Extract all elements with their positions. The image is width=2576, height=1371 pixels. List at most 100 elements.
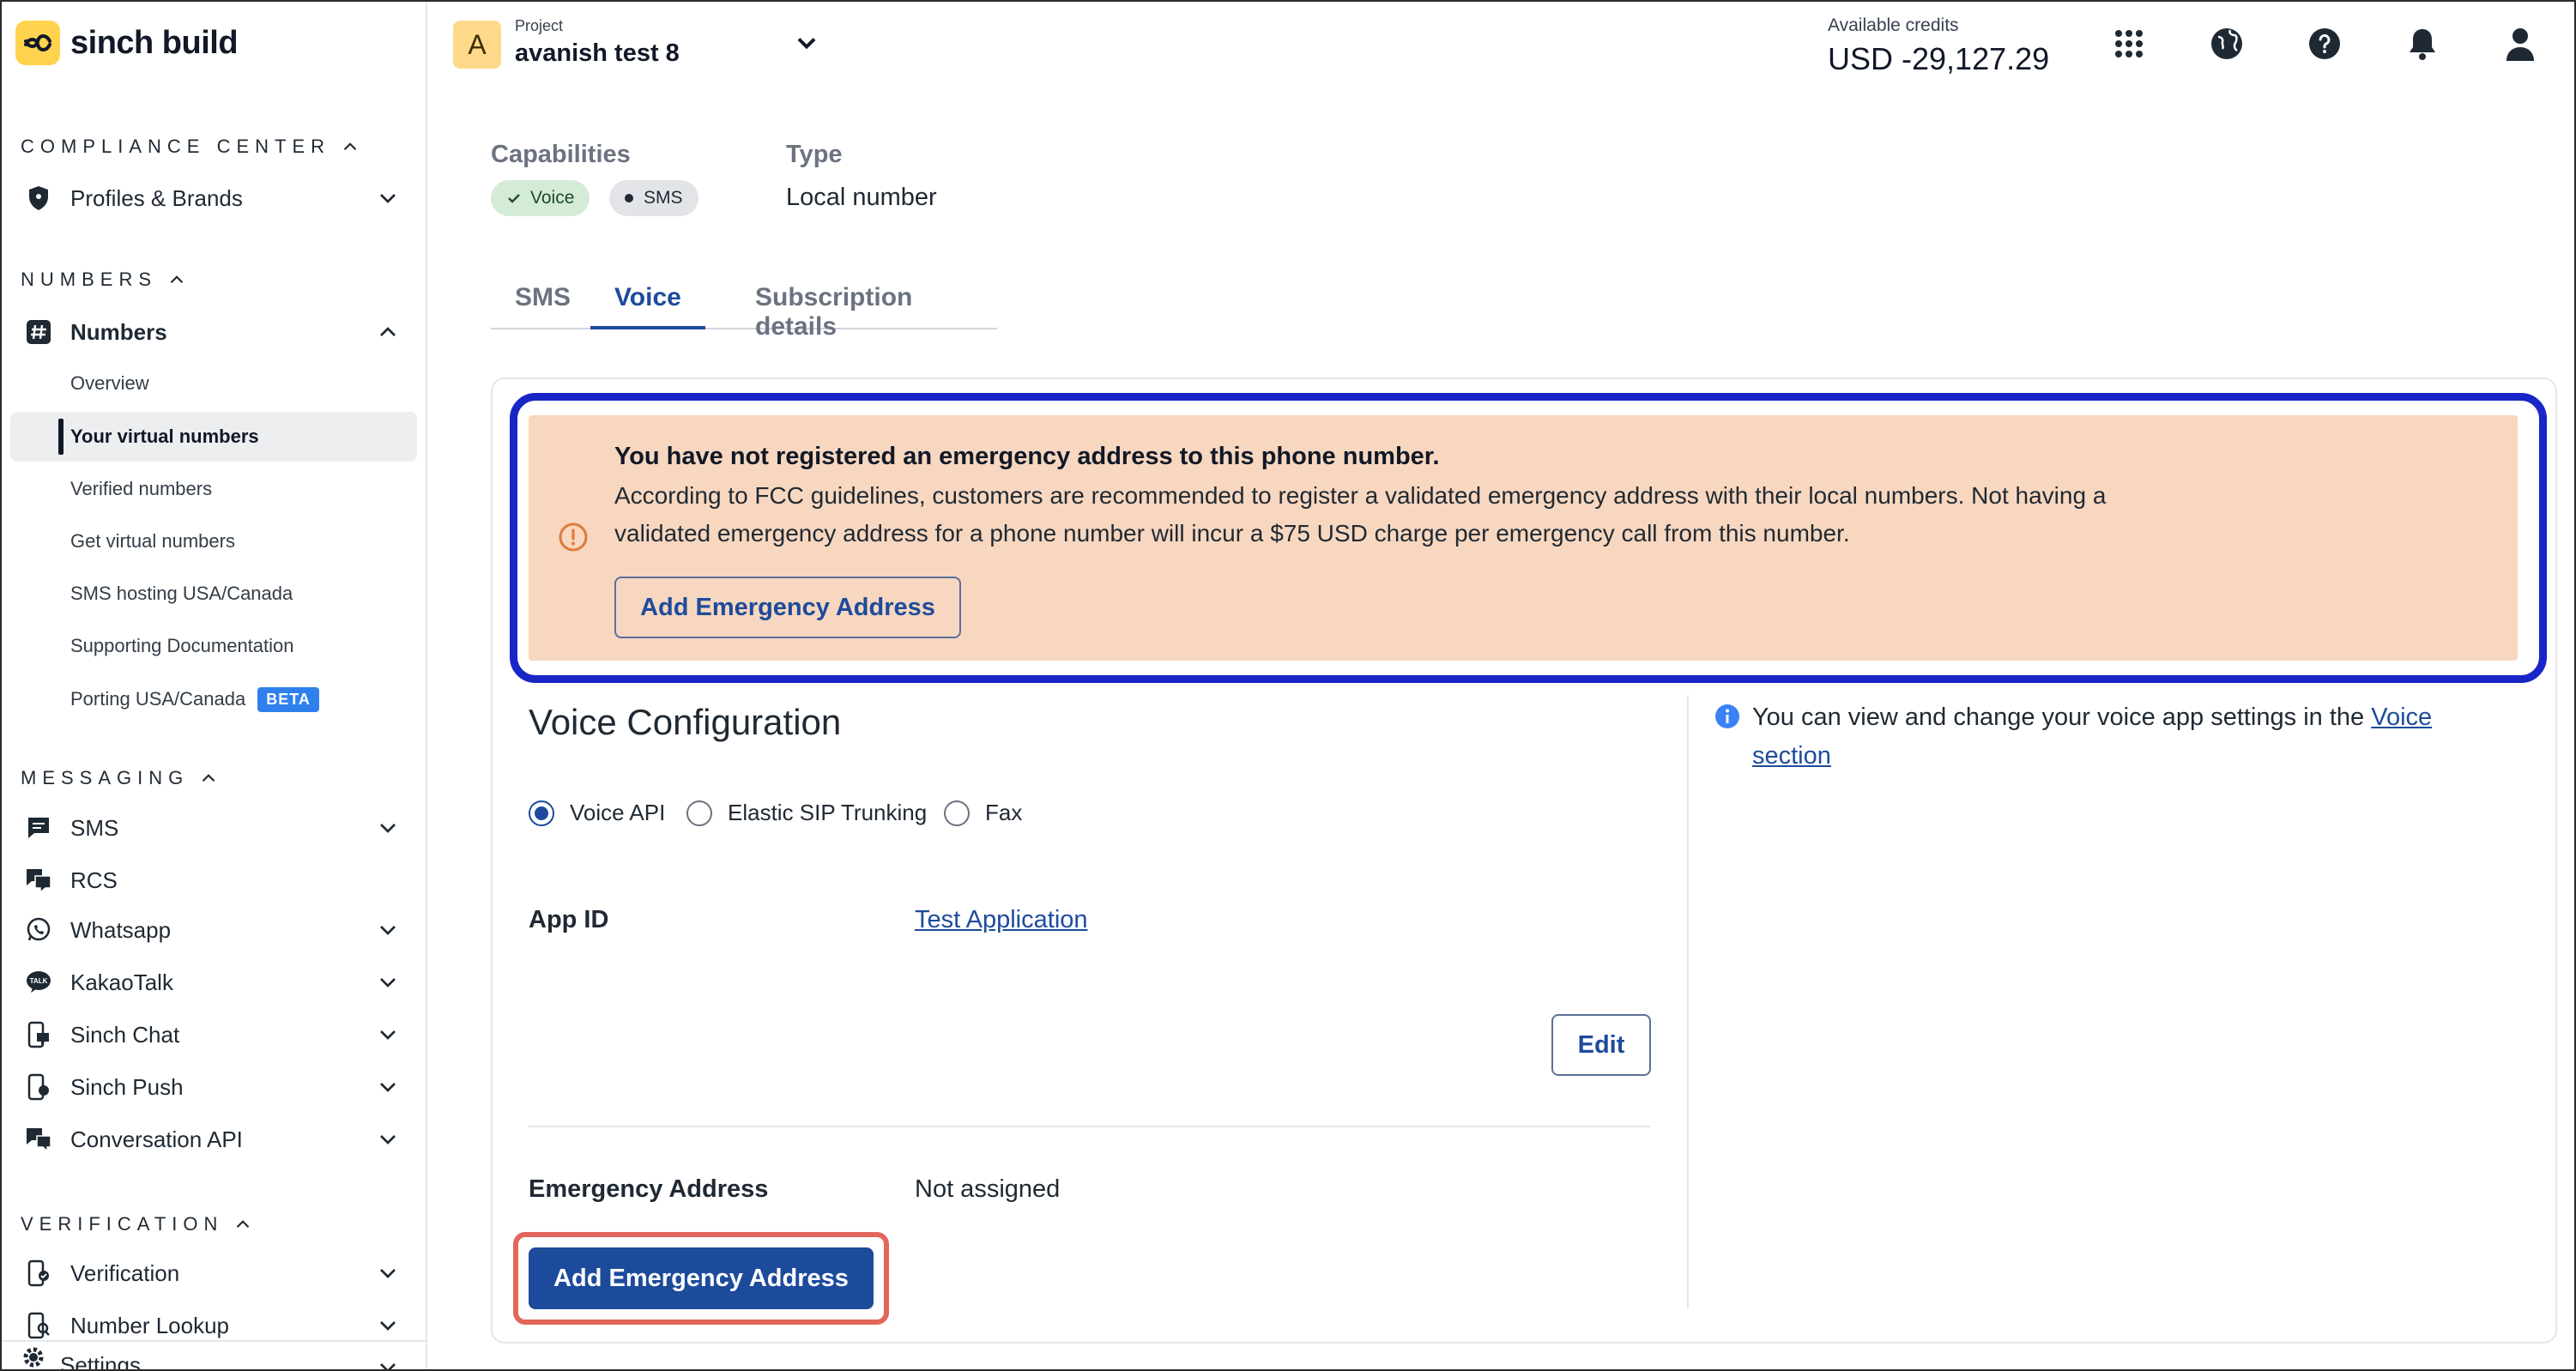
capabilities-label: Capabilities [491,141,631,168]
chevron-down-icon [380,1135,396,1145]
sidebar-item-label: Settings [60,1352,141,1371]
apps-grid-icon[interactable] [2107,22,2150,65]
tab-subscription-details[interactable]: Subscription details [731,283,997,341]
sidebar-item-whatsapp[interactable]: Whatsapp [2,905,427,955]
column-divider [1687,695,1689,1309]
tab-voice[interactable]: Voice [590,283,705,329]
radio-fax[interactable]: Fax [944,800,1022,826]
capability-chip-sms: SMS [609,180,698,216]
radio-unselected-icon [686,800,712,826]
section-title: VERIFICATION [21,1213,224,1235]
phone-search-icon [24,1311,53,1340]
sidebar-subitem-label: Porting USA/Canada [70,688,246,710]
alert-body: According to FCC guidelines, customers a… [614,482,2107,547]
section-messaging[interactable]: MESSAGING [21,767,220,789]
credits-value: USD -29,127.29 [1828,41,2050,76]
radio-voice-api[interactable]: Voice API [529,800,665,826]
sidebar-item-sinch-push[interactable]: Sinch Push [2,1062,427,1112]
project-dropdown-chevron-icon[interactable] [791,27,822,58]
sidebar: sinch build COMPLIANCE CENTER Profiles &… [2,2,427,1371]
tab-sms[interactable]: SMS [491,283,595,329]
sidebar-item-kakaotalk[interactable]: TALK KakaoTalk [2,957,427,1007]
radio-elastic-sip-trunking[interactable]: Elastic SIP Trunking [686,800,927,826]
section-title: NUMBERS [21,269,158,290]
sidebar-item-rcs[interactable]: RCS [2,855,427,905]
help-icon[interactable] [2303,22,2346,65]
section-title: COMPLIANCE CENTER [21,136,331,157]
sidebar-subitem-verified-numbers[interactable]: Verified numbers [70,472,212,506]
edit-button[interactable]: Edit [1551,1014,1651,1076]
sidebar-item-conversation-api[interactable]: Conversation API [2,1114,427,1164]
sidebar-item-label: Numbers [70,318,167,345]
sidebar-item-label: Number Lookup [70,1312,229,1338]
sidebar-item-label: Conversation API [70,1126,243,1152]
logo[interactable]: sinch build [15,19,239,67]
chevron-down-icon [380,194,396,203]
svg-text:TALK: TALK [30,977,48,985]
whatsapp-icon [24,915,53,945]
alert-title: You have not registered an emergency add… [614,443,1440,470]
chevron-up-icon [343,142,357,151]
chevron-down-icon [380,824,396,833]
sinch-logo-icon [15,21,60,65]
info-text-body: You can view and change your voice app s… [1752,704,2372,731]
rcs-icon [24,866,53,895]
voice-configuration-title: Voice Configuration [529,702,842,742]
sidebar-item-settings[interactable]: Settings [2,1342,427,1371]
sidebar-subitem-supporting-documentation[interactable]: Supporting Documentation [70,629,294,663]
sidebar-item-verification[interactable]: Verification [2,1248,427,1298]
chevron-down-icon [380,1321,396,1331]
sms-icon [24,813,53,843]
sidebar-item-label: Verification [70,1259,180,1286]
sidebar-item-sinch-chat[interactable]: Sinch Chat [2,1010,427,1060]
sidebar-subitem-get-virtual-numbers[interactable]: Get virtual numbers [70,524,235,559]
chevron-down-icon [380,978,396,987]
chevron-down-icon [380,1363,396,1369]
bell-icon[interactable] [2401,22,2444,65]
phone-push-icon [24,1072,53,1102]
alert-add-emergency-address-button[interactable]: Add Emergency Address [614,577,961,638]
sidebar-subitem-your-virtual-numbers[interactable]: Your virtual numbers [70,420,259,454]
section-numbers[interactable]: NUMBERS [21,269,188,291]
section-verification[interactable]: VERIFICATION [21,1213,254,1235]
radio-label: Fax [985,800,1023,825]
user-icon[interactable] [2499,22,2542,65]
radio-selected-icon [529,800,554,826]
chevron-down-icon [380,1269,396,1278]
globe-icon[interactable] [2205,22,2248,65]
sidebar-item-label: Profiles & Brands [70,184,243,211]
chip-label: SMS [644,188,683,208]
sidebar-item-sms[interactable]: SMS [2,803,427,853]
tabs: SMS Voice Subscription details [491,278,997,341]
sidebar-item-profiles-brands[interactable]: Profiles & Brands [2,173,427,223]
chevron-up-icon [380,327,396,336]
emergency-address-label: Emergency Address [529,1175,769,1203]
app-id-link[interactable]: Test Application [915,906,1088,934]
section-divider [529,1126,1651,1127]
hash-icon [24,317,53,347]
sidebar-subitem-overview[interactable]: Overview [70,366,149,401]
chevron-down-icon [380,1083,396,1092]
sidebar-item-label: Whatsapp [70,916,172,943]
dot-icon [625,194,633,202]
phone-verify-icon [24,1259,53,1288]
sidebar-subitem-sms-hosting[interactable]: SMS hosting USA/Canada [70,577,293,611]
project-caption: Project [515,17,564,34]
sidebar-item-label: Sinch Push [70,1073,184,1100]
logo-text: sinch build [70,24,239,61]
credits-caption: Available credits [1828,15,1959,35]
sidebar-subitem-porting[interactable]: Porting USA/Canada BETA [70,682,319,716]
conversation-icon [24,1125,53,1154]
section-compliance-center[interactable]: COMPLIANCE CENTER [21,136,361,158]
project-avatar[interactable]: A [453,21,501,69]
chevron-down-icon [380,1030,396,1040]
sidebar-item-label: KakaoTalk [70,969,173,995]
chevron-up-icon [202,774,215,782]
type-value: Local number [786,184,937,211]
project-name[interactable]: avanish test 8 [515,39,680,68]
sidebar-item-numbers[interactable]: Numbers [2,307,427,357]
sidebar-item-label: RCS [70,867,118,893]
chip-label: Voice [530,188,575,208]
add-emergency-address-button[interactable]: Add Emergency Address [529,1247,874,1309]
sidebar-item-label: Sinch Chat [70,1021,180,1048]
